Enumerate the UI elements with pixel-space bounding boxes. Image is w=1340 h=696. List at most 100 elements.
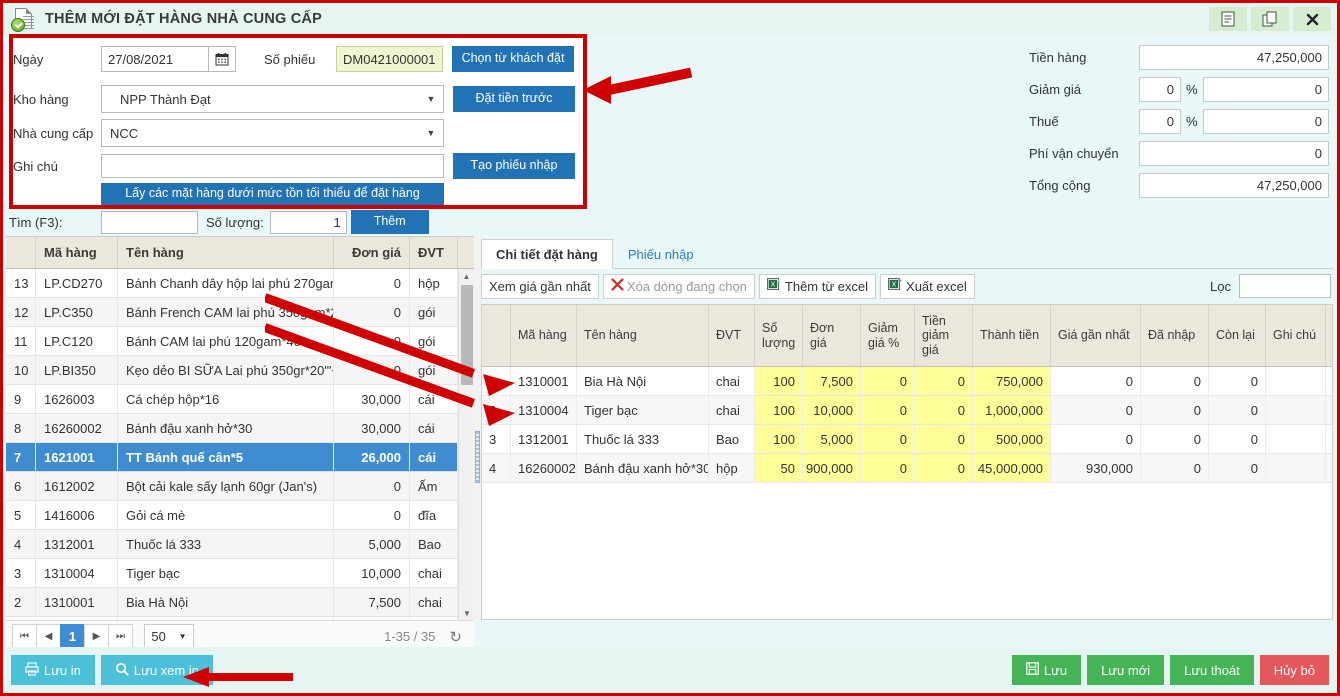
cell-disc_amt[interactable]: 0 — [915, 367, 973, 395]
cell-note[interactable] — [1266, 396, 1326, 424]
table-row[interactable]: 10 LP.BI350 Kẹo dẻo BI SỮA Lai phú 350gr*2… — [6, 356, 474, 385]
copy-icon[interactable] — [1251, 7, 1289, 31]
cell-name[interactable]: Tiger bạc — [577, 396, 709, 424]
cell-last_price[interactable]: 930,000 — [1051, 454, 1141, 482]
first-page-button[interactable]: ⏮ — [12, 624, 37, 649]
cell-code[interactable]: 1310004 — [511, 396, 577, 424]
note-input[interactable] — [101, 154, 444, 178]
table-row[interactable]: 13 LP.CD270 Bánh Chanh dây hộp lai phú 270… — [6, 269, 474, 298]
create-receipt-button[interactable]: Tạo phiếu nhập — [453, 153, 575, 179]
save-exit-button[interactable]: Lưu thoát — [1170, 655, 1254, 685]
save-preview-button[interactable]: Lưu xem in — [100, 655, 213, 685]
cell-imported[interactable]: 0 — [1141, 454, 1209, 482]
cell-amount[interactable]: 1,000,000 — [973, 396, 1051, 424]
save-new-button[interactable]: Lưu mới — [1087, 655, 1165, 685]
cell-disc_pct[interactable]: 0 — [861, 425, 915, 453]
table-row[interactable]: 1 1310001 Bia Hà Nội chai 100 7,500 0 0 750,000 0… — [482, 367, 1332, 396]
table-row[interactable]: 7 1621001 TT Bánh quế cân*5 26,000 cái — [6, 443, 474, 472]
discount-percent-input[interactable]: 0 — [1139, 77, 1181, 102]
cell-price[interactable]: 5,000 — [803, 425, 861, 453]
scroll-up-icon[interactable]: ▲ — [459, 269, 474, 284]
shipping-fee-input[interactable]: 0 — [1139, 141, 1329, 166]
splitter-grip[interactable] — [475, 431, 480, 483]
last-page-button[interactable]: ⏭ — [108, 624, 133, 649]
cell-disc_amt[interactable]: 0 — [915, 454, 973, 482]
cell-unit[interactable]: chai — [709, 367, 755, 395]
cell-amount[interactable]: 45,000,000 — [973, 454, 1051, 482]
cancel-button[interactable]: Hủy bỏ — [1259, 655, 1329, 685]
table-row[interactable]: 3 1310004 Tiger bạc 10,000 chai — [6, 559, 474, 588]
prepay-button[interactable]: Đặt tiền trước — [453, 86, 575, 112]
cell-code[interactable]: 1310001 — [511, 367, 577, 395]
cell-note[interactable] — [1266, 454, 1326, 482]
save-button[interactable]: Lưu — [1011, 655, 1082, 685]
cell-idx[interactable]: 4 — [482, 454, 511, 482]
table-row[interactable]: 4 1312001 Thuốc lá 333 5,000 Bao — [6, 530, 474, 559]
cell-name[interactable]: Bia Hà Nội — [577, 367, 709, 395]
table-row[interactable]: 3 1312001 Thuốc lá 333 Bao 100 5,000 0 0 500,000… — [482, 425, 1332, 454]
product-list-scrollbar[interactable]: ▲ ▼ — [458, 269, 474, 621]
refresh-icon[interactable]: ↻ — [449, 628, 462, 646]
filter-input[interactable] — [1239, 274, 1331, 298]
cell-note[interactable] — [1266, 367, 1326, 395]
cell-price[interactable]: 900,000 — [803, 454, 861, 482]
choose-from-customer-order-button[interactable]: Chọn từ khách đặt — [452, 46, 574, 72]
cell-idx[interactable]: 2 — [482, 396, 511, 424]
cell-name[interactable]: Thuốc lá 333 — [577, 425, 709, 453]
export-excel-button[interactable]: X Xuất excel — [880, 273, 975, 299]
tax-percent-input[interactable]: 0 — [1139, 109, 1181, 134]
grand-total-input[interactable]: 47,250,000 — [1139, 173, 1329, 198]
cell-disc_pct[interactable]: 0 — [861, 367, 915, 395]
cell-disc_pct[interactable]: 0 — [861, 396, 915, 424]
document-icon[interactable] — [1209, 7, 1247, 31]
search-input[interactable] — [101, 210, 198, 234]
next-page-button[interactable]: ▶ — [84, 624, 109, 649]
save-print-button[interactable]: Lưu in — [11, 655, 95, 685]
scroll-down-icon[interactable]: ▼ — [459, 606, 474, 621]
cell-imported[interactable]: 0 — [1141, 425, 1209, 453]
cell-remaining[interactable]: 0 — [1209, 454, 1266, 482]
cell-unit[interactable]: Bao — [709, 425, 755, 453]
table-row[interactable]: 4 16260002 Bánh đậu xanh hở*30 hộp 50 900,000… — [482, 454, 1332, 483]
cell-code[interactable]: 16260002 — [511, 454, 577, 482]
cell-unit[interactable]: chai — [709, 396, 755, 424]
cell-amount[interactable]: 500,000 — [973, 425, 1051, 453]
table-row[interactable]: 2 1310001 Bia Hà Nội 7,500 chai — [6, 588, 474, 617]
cell-note[interactable] — [1266, 425, 1326, 453]
cell-imported[interactable]: 0 — [1141, 367, 1209, 395]
cell-amount[interactable]: 750,000 — [973, 367, 1051, 395]
cell-disc_amt[interactable]: 0 — [915, 425, 973, 453]
table-row[interactable]: 2 1310004 Tiger bạc chai 100 10,000 0 0 1,000,00… — [482, 396, 1332, 425]
calendar-icon[interactable] — [209, 46, 236, 72]
cell-qty[interactable]: 100 — [755, 425, 803, 453]
date-input[interactable]: 27/08/2021 — [101, 46, 209, 72]
discount-amount-input[interactable]: 0 — [1202, 77, 1329, 102]
table-row[interactable]: 8 16260002 Bánh đậu xanh hở*30 30,000 cái — [6, 414, 474, 443]
page-size-select[interactable]: 50 ▼ — [144, 623, 194, 650]
cell-disc_amt[interactable]: 0 — [915, 396, 973, 424]
add-item-button[interactable]: Thêm — [350, 210, 429, 234]
table-row[interactable]: 11 LP.C120 Bánh CAM lai phú 120gam*40 0 gói — [6, 327, 474, 356]
import-from-excel-button[interactable]: X Thêm từ excel — [758, 273, 877, 299]
cell-last_price[interactable]: 0 — [1051, 425, 1141, 453]
cell-qty[interactable]: 100 — [755, 367, 803, 395]
cell-last_price[interactable]: 0 — [1051, 367, 1141, 395]
view-last-price-button[interactable]: Xem giá gần nhất — [481, 273, 599, 299]
tab-1[interactable]: Phiếu nhập — [613, 239, 709, 269]
cell-remaining[interactable]: 0 — [1209, 367, 1266, 395]
panel-splitter[interactable] — [474, 236, 481, 620]
prev-page-button[interactable]: ◀ — [36, 624, 61, 649]
page-number-button[interactable]: 1 — [60, 624, 85, 649]
supplier-select[interactable]: NCC ▼ — [101, 119, 444, 147]
table-row[interactable]: 5 1416006 Gỏi cá mè 0 đĩa — [6, 501, 474, 530]
cell-price[interactable]: 7,500 — [803, 367, 861, 395]
delete-selected-row-button[interactable]: Xóa dòng đang chọn — [602, 273, 755, 299]
voucher-number-input[interactable]: DM0421000001 — [336, 46, 443, 72]
get-below-min-stock-button[interactable]: Lấy các mặt hàng dưới mức tồn tối thiểu … — [101, 183, 444, 205]
cell-disc_pct[interactable]: 0 — [861, 454, 915, 482]
cell-idx[interactable]: 1 — [482, 367, 511, 395]
table-row[interactable]: 9 1626003 Cá chép hộp*16 30,000 cái — [6, 385, 474, 414]
table-row[interactable]: 12 LP.C350 Bánh French CAM lai phú 350gam*… — [6, 298, 474, 327]
cell-imported[interactable]: 0 — [1141, 396, 1209, 424]
quantity-input[interactable]: 1 — [269, 210, 347, 234]
